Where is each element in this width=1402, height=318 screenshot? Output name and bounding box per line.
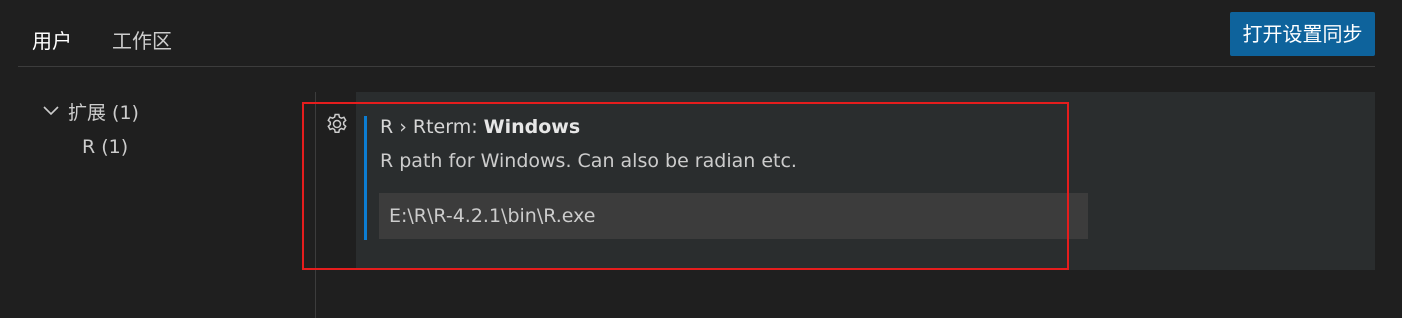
highlight-annotation-box: [302, 102, 1069, 270]
tab-workspace[interactable]: 工作区: [98, 22, 186, 60]
tabs-divider: [18, 66, 1375, 67]
settings-editor: 用户 工作区 打开设置同步 扩展 (1) R (1) R › Rterm: Wi…: [0, 0, 1402, 318]
toc-item-extensions[interactable]: 扩展 (1): [40, 96, 139, 126]
toc-item-label: 扩展 (1): [68, 101, 139, 124]
settings-toc: 扩展 (1) R (1): [40, 96, 139, 162]
settings-scope-tabs: 用户 工作区: [18, 22, 186, 68]
toc-item-r[interactable]: R (1): [82, 132, 139, 162]
toc-item-label: R (1): [82, 136, 129, 158]
tab-user[interactable]: 用户: [18, 22, 86, 67]
chevron-down-icon: [43, 106, 59, 116]
open-settings-sync-button[interactable]: 打开设置同步: [1230, 12, 1375, 56]
